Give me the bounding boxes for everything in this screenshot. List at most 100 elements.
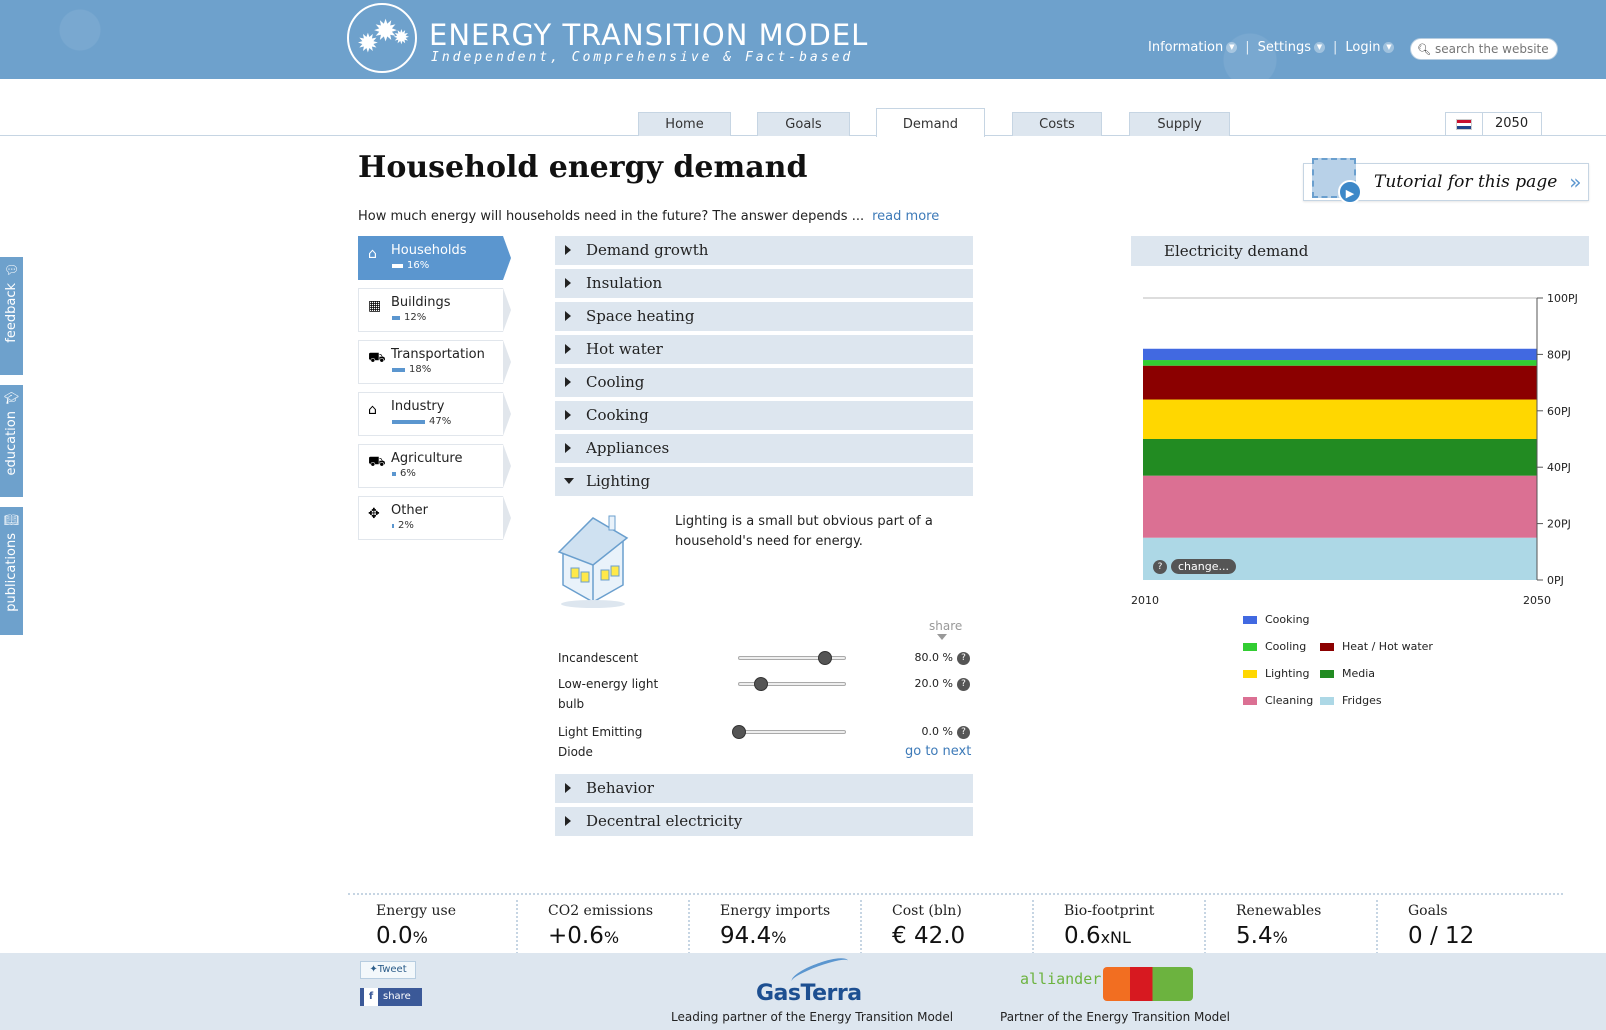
kpi-bio-footprint[interactable]: Bio-footprint 0.6xNL	[1036, 900, 1206, 954]
kpi-unit: %	[1272, 928, 1288, 947]
nav-settings-label: Settings	[1257, 40, 1311, 55]
kpi-value: 0.0%	[376, 923, 428, 949]
accordion-cooking[interactable]: Cooking	[555, 401, 973, 430]
accordion-decentral-electricity[interactable]: Decentral electricity	[555, 807, 973, 836]
sector-name: Industry	[391, 399, 445, 414]
slider-label: Low-energy light bulb	[558, 677, 659, 711]
gears-logo-icon[interactable]: ✹ ✹ ✹	[347, 3, 417, 73]
kpi-value: 5.4%	[1236, 923, 1288, 949]
sector-agriculture[interactable]: ⛟ Agriculture 6%	[358, 444, 511, 488]
accordion-space-heating[interactable]: Space heating	[555, 302, 973, 331]
double-chevron-right-icon: »	[1569, 170, 1582, 194]
alliander-logo[interactable]	[1103, 967, 1193, 1001]
sector-share-bar	[392, 368, 405, 372]
sector-other[interactable]: ✥ Other 2%	[358, 496, 511, 540]
car-icon: ⛟	[368, 350, 386, 366]
facebook-share-button[interactable]: f share	[360, 988, 422, 1006]
help-icon[interactable]: ?	[957, 678, 970, 691]
logo-subtitle: Independent, Comprehensive & Fact-based	[431, 50, 854, 65]
netherlands-flag-icon	[1456, 118, 1472, 130]
sector-buildings[interactable]: ▦ Buildings 12%	[358, 288, 511, 332]
legend-item: Cooling	[1243, 640, 1306, 653]
side-tab-feedback[interactable]: 💬︎ feedback	[0, 257, 23, 375]
nav-login[interactable]: Login ▼	[1345, 40, 1395, 55]
kpi-cost-bln-[interactable]: Cost (bln) € 42.0	[864, 900, 1034, 954]
slider-handle[interactable]	[732, 725, 746, 739]
accordion-insulation[interactable]: Insulation	[555, 269, 973, 298]
tab-costs[interactable]: Costs	[1012, 112, 1102, 136]
kpi-number: 94.4	[720, 923, 772, 949]
side-tab-label: education	[4, 411, 19, 476]
legend-label: Heat / Hot water	[1342, 640, 1433, 653]
side-tab-education[interactable]: 🎓︎ education	[0, 385, 23, 497]
accordion-label: Cooling	[586, 373, 645, 391]
nav-separator: |	[1245, 40, 1250, 55]
kpi-label: Cost (bln)	[892, 903, 962, 919]
search-input[interactable]	[1434, 42, 1553, 56]
tab-goals[interactable]: Goals	[757, 112, 850, 136]
chevron-down-icon: ▼	[1313, 42, 1325, 53]
bar-segment-cleaning	[1143, 475, 1537, 538]
accordion-label: Space heating	[586, 307, 695, 325]
tutorial-button[interactable]: ▶ Tutorial for this page »	[1303, 158, 1589, 204]
help-icon[interactable]: ?	[957, 652, 970, 665]
sector-households[interactable]: ⌂ Households 16%	[358, 236, 511, 280]
legend-swatch	[1243, 642, 1257, 651]
slider-handle[interactable]	[754, 677, 768, 691]
graduation-cap-icon: 🎓︎	[3, 391, 20, 405]
tab-demand[interactable]: Demand	[876, 108, 985, 137]
y-tick-label: 100PJ	[1547, 292, 1578, 305]
accordion-demand-growth[interactable]: Demand growth	[555, 236, 973, 265]
kpi-label: Energy imports	[720, 903, 831, 919]
tab-supply[interactable]: Supply	[1129, 112, 1230, 136]
scenario-year-selector[interactable]: 2050	[1445, 112, 1542, 135]
book-icon: 📖︎	[3, 513, 20, 527]
kpi-energy-imports[interactable]: Energy imports 94.4%	[692, 900, 862, 954]
read-more-link[interactable]: read more	[872, 209, 939, 224]
legend-label: Lighting	[1265, 667, 1310, 680]
x-tick-label: 2050	[1523, 594, 1551, 607]
kpi-goals[interactable]: Goals 0 / 12	[1380, 900, 1550, 954]
accordion-behavior[interactable]: Behavior	[555, 774, 973, 803]
accordion-cooling[interactable]: Cooling	[555, 368, 973, 397]
legend-label: Cleaning	[1265, 694, 1314, 707]
accordion-hot-water[interactable]: Hot water	[555, 335, 973, 364]
alliander-logo-text[interactable]: alliander	[1020, 970, 1101, 988]
help-icon[interactable]: ?	[957, 726, 970, 739]
slider-track[interactable]	[732, 725, 846, 739]
slider-handle[interactable]	[818, 651, 832, 665]
change-chart-button[interactable]: change...	[1171, 559, 1236, 574]
legend-item: Media	[1320, 667, 1375, 680]
tab-home[interactable]: Home	[638, 112, 731, 136]
y-tick-label: 40PJ	[1547, 461, 1571, 474]
intro-text: How much energy will households need in …	[358, 209, 865, 224]
tweet-label: Tweet	[377, 964, 407, 975]
nav-information[interactable]: Information ▼	[1148, 40, 1238, 55]
kpi-renewables[interactable]: Renewables 5.4%	[1208, 900, 1378, 954]
chart-change-control: ? change...	[1153, 559, 1236, 574]
kpi-value: 0 / 12	[1408, 923, 1474, 949]
nav-settings[interactable]: Settings ▼	[1258, 40, 1325, 55]
help-icon[interactable]: ?	[1153, 559, 1167, 574]
kpi-energy-use[interactable]: Energy use 0.0%	[348, 900, 518, 954]
tractor-icon: ⛟	[368, 454, 386, 470]
legend-label: Cooling	[1265, 640, 1307, 653]
sector-industry[interactable]: ⌂ Industry 47%	[358, 392, 511, 436]
side-tab-publications[interactable]: 📖︎ publications	[0, 507, 23, 635]
kpi-value: 0.6xNL	[1064, 923, 1131, 949]
sector-share-bar	[392, 264, 403, 268]
caret-right-icon	[565, 344, 571, 354]
legend-swatch	[1243, 696, 1257, 705]
logo-title[interactable]: ENERGY TRANSITION MODEL	[429, 18, 868, 52]
slider-track[interactable]	[738, 677, 846, 691]
slider-track[interactable]	[738, 651, 846, 665]
tweet-button[interactable]: ✦Tweet	[360, 961, 416, 979]
go-to-next-link[interactable]: go to next	[905, 744, 971, 759]
gasterra-logo[interactable]: GasTerra	[756, 981, 862, 1006]
kpi-co2-emissions[interactable]: CO2 emissions +0.6%	[520, 900, 690, 954]
sector-transportation[interactable]: ⛟ Transportation 18%	[358, 340, 511, 384]
sector-name: Other	[391, 503, 428, 518]
move-icon: ✥	[368, 506, 380, 522]
accordion-lighting[interactable]: Lighting	[555, 467, 973, 496]
accordion-appliances[interactable]: Appliances	[555, 434, 973, 463]
